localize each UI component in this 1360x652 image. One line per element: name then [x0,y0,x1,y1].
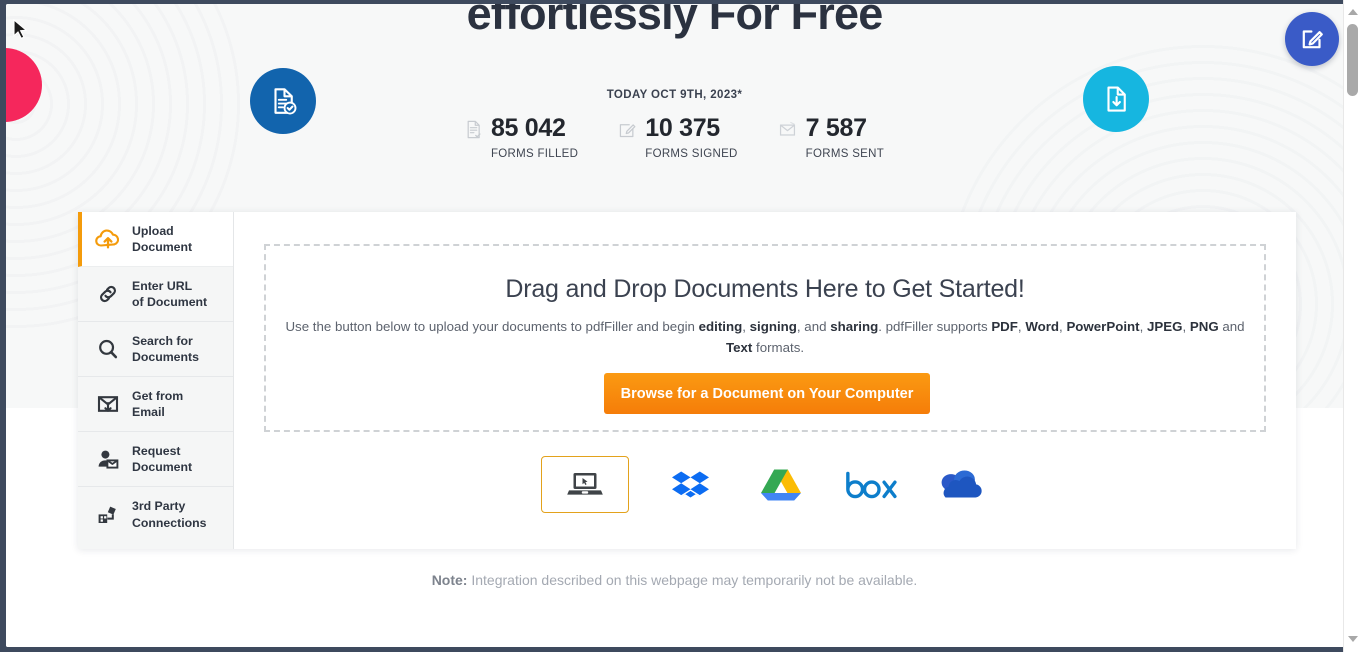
upload-source-sidebar: Upload Document Enter URL of Document Se… [78,212,234,549]
link-chain-icon [94,280,122,308]
edit-floating-button[interactable] [1285,12,1339,66]
stat-forms-sent: 7 587 FORMS SENT [778,116,884,160]
cloud-service-row [264,456,1266,513]
sidebar-item-request-document[interactable]: Request Document [78,432,233,487]
email-download-icon [94,390,122,418]
stat-value: 7 587 [805,114,867,142]
envelope-icon [778,120,797,144]
drop-zone-title: Drag and Drop Documents Here to Get Star… [505,275,1025,303]
service-my-computer[interactable] [541,456,629,513]
sidebar-item-get-from-email[interactable]: Get from Email [78,377,233,432]
stat-label: FORMS FILLED [490,148,579,160]
browser-window: effortlessly For Free TODAY OCT 9TH, 202… [0,0,1360,652]
person-envelope-icon [94,445,122,473]
googledrive-icon [761,469,801,500]
note-prefix: Note: [431,572,468,588]
stats-date-label: TODAY OCT 9TH, 2023* [606,89,743,101]
scroll-up-arrow[interactable] [1344,3,1360,20]
stat-value: 10 375 [645,114,720,142]
edit-square-icon [1302,30,1323,49]
cloud-upload-icon [94,225,122,253]
sidebar-item-label: Request Document [132,443,193,474]
box-icon [846,471,897,498]
chevron-down-icon [1347,635,1358,642]
sidebar-item-label: Get from Email [132,388,184,419]
document-check-icon [465,120,482,144]
sidebar-item-label: Upload Document [132,223,193,254]
pencil-square-icon [618,120,636,144]
sidebar-item-3rd-party-connections[interactable]: 3rd Party Connections [78,487,233,542]
sidebar-item-label: Search for Documents [132,333,199,364]
scrollbar-thumb[interactable] [1347,24,1358,96]
vertical-scrollbar[interactable] [1343,0,1360,652]
page-viewport: effortlessly For Free TODAY OCT 9TH, 202… [6,4,1343,647]
sidebar-item-label: Enter URL of Document [132,278,208,309]
sidebar-item-label: 3rd Party Connections [132,499,207,530]
service-google-drive[interactable] [753,457,809,513]
stat-value: 85 042 [490,114,566,142]
upload-card: Upload Document Enter URL of Document Se… [78,212,1296,549]
page-headline: effortlessly For Free [466,4,884,39]
sidebar-item-upload-document[interactable]: Upload Document [78,212,233,267]
sidebar-item-search-documents[interactable]: Search for Documents [78,322,233,377]
service-dropbox[interactable] [663,457,719,513]
chevron-up-icon [1347,8,1358,15]
stat-label: FORMS SIGNED [645,148,738,160]
laptop-icon [567,472,603,495]
drop-zone-description: Use the button below to upload your docu… [285,319,1245,355]
stats-row: 85 042 FORMS FILLED 10 375 FORMS SIGNED [6,116,1343,160]
magnifier-icon [94,335,122,363]
service-onedrive[interactable] [933,457,989,513]
scroll-down-arrow[interactable] [1344,630,1360,647]
puzzle-connect-icon [94,501,122,529]
integration-note: Note: Integration described on this webp… [6,572,1343,588]
stat-forms-signed: 10 375 FORMS SIGNED [618,116,737,160]
dropbox-icon [672,471,709,497]
sidebar-item-enter-url[interactable]: Enter URL of Document [78,267,233,322]
stat-label: FORMS SENT [805,148,885,160]
note-text: Integration described on this webpage ma… [467,572,918,588]
drag-drop-zone[interactable]: Drag and Drop Documents Here to Get Star… [264,244,1266,432]
service-box[interactable] [843,457,899,513]
browse-for-document-button[interactable]: Browse for a Document on Your Computer [604,373,930,414]
onedrive-icon [941,470,982,497]
stat-forms-filled: 85 042 FORMS FILLED [465,116,578,160]
